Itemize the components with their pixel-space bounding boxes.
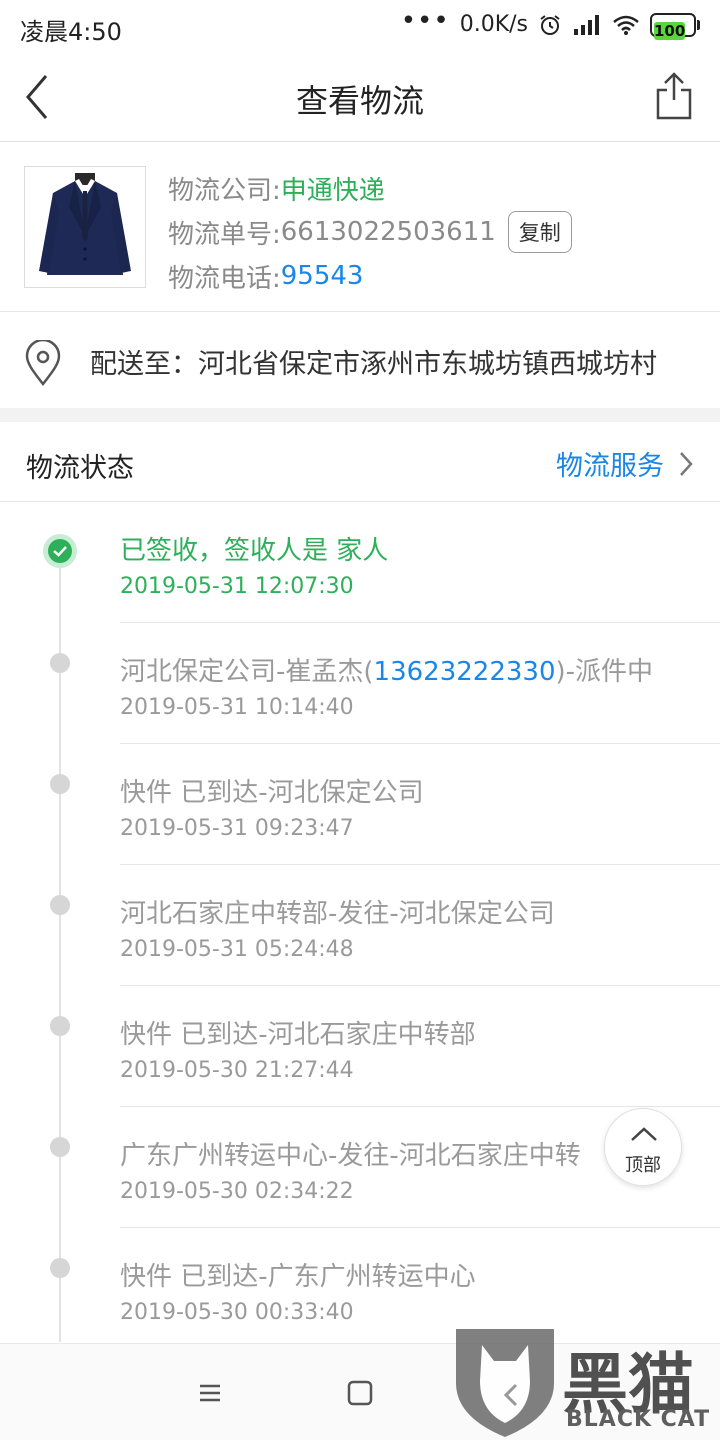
back-to-top-label: 顶部 [625, 1155, 661, 1176]
location-pin-icon [25, 340, 61, 386]
signal-icon [574, 14, 599, 35]
product-thumbnail[interactable] [24, 166, 146, 288]
courier-phone-link[interactable]: 13623222330 [374, 657, 556, 687]
chevron-up-icon [631, 1127, 657, 1141]
net-speed: 0.0K/s [459, 12, 528, 37]
service-link-label: 物流服务 [556, 451, 664, 482]
timeline-text: 快件 已到达-广东广州转运中心 [120, 1262, 476, 1292]
timeline-time: 2019-05-31 12:07:30 [120, 574, 354, 599]
tracking-number: 6613022503611 [280, 217, 496, 247]
cat-shield-logo [456, 1329, 554, 1437]
timeline-text: 河北保定公司-崔孟杰(13623222330)-派件中 [120, 657, 654, 687]
phone-link[interactable]: 95543 [281, 261, 364, 291]
timeline-time: 2019-05-30 21:27:44 [120, 1058, 354, 1083]
chevron-right-icon [680, 451, 693, 476]
tracking-timeline: 已签收，签收人是 家人 2019-05-31 12:07:30 河北保定公司-崔… [0, 502, 720, 1342]
battery-level: 100 [654, 21, 686, 40]
timeline-text: 快件 已到达-河北保定公司 [120, 778, 424, 808]
timeline-dot [50, 653, 70, 673]
check-icon [43, 534, 77, 568]
timeline-time: 2019-05-30 00:33:40 [120, 1300, 354, 1325]
menu-icon[interactable] [192, 1378, 228, 1408]
timeline-time: 2019-05-30 02:34:22 [120, 1179, 354, 1204]
timeline-time: 2019-05-31 09:23:47 [120, 816, 354, 841]
home-square-icon[interactable] [342, 1378, 378, 1408]
timeline-item: 已签收，签收人是 家人 2019-05-31 12:07:30 [0, 502, 720, 623]
watermark: 黑猫 BLACK CAT [450, 1325, 720, 1440]
info-lines: 物流公司: 申通快递 物流单号: 6613022503611 复制 物流电话: … [168, 166, 572, 298]
phone-row: 物流电话: 95543 [168, 254, 572, 298]
share-icon[interactable] [654, 70, 694, 122]
timeline-text: 河北石家庄中转部-发往-河北保定公司 [120, 899, 555, 929]
watermark-en: BLACK CAT [566, 1407, 711, 1432]
copy-button[interactable]: 复制 [507, 211, 572, 253]
timeline-dot [50, 1258, 70, 1278]
timeline-dot [50, 1137, 70, 1157]
company-label: 物流公司: [168, 175, 281, 206]
timeline-dot [50, 1016, 70, 1036]
company-name: 申通快递 [280, 175, 385, 206]
status-right: ••• 0.0K/s 100 [400, 5, 700, 40]
timeline-text: 广东广州转运中心-发往-河北石家庄中转 [120, 1141, 581, 1171]
timeline-time: 2019-05-31 10:14:40 [120, 695, 354, 720]
timeline-item: 快件 已到达-河北石家庄中转部 2019-05-30 21:27:44 [0, 986, 720, 1107]
more-dots-icon: ••• [400, 5, 450, 36]
timeline-dot [50, 774, 70, 794]
company-row: 物流公司: 申通快递 [168, 166, 572, 210]
wifi-icon [613, 15, 639, 35]
timeline-item: 河北保定公司-崔孟杰(13623222330)-派件中 2019-05-31 1… [0, 623, 720, 744]
top-app-bar: 查看物流 [0, 52, 720, 142]
timeline-item: 快件 已到达-河北保定公司 2019-05-31 09:23:47 [0, 744, 720, 865]
alarm-icon [540, 14, 560, 35]
phone-label: 物流电话: [168, 263, 281, 294]
logistics-info: 物流公司: 申通快递 物流单号: 6613022503611 复制 物流电话: … [0, 142, 720, 312]
section-divider [0, 408, 720, 422]
back-to-top-button[interactable]: 顶部 [604, 1108, 682, 1186]
suit-jacket-image [39, 173, 131, 275]
status-header: 物流状态 物流服务 [0, 422, 720, 502]
timeline-text: 已签收，签收人是 家人 [120, 536, 389, 566]
tracking-label: 物流单号: [168, 219, 281, 250]
delivery-address: 配送至：河北省保定市涿州市东城坊镇西城坊村 [0, 312, 720, 410]
status-title: 物流状态 [26, 453, 134, 484]
timeline-dot [50, 895, 70, 915]
timeline-item: 河北石家庄中转部-发往-河北保定公司 2019-05-31 05:24:48 [0, 865, 720, 986]
status-bar: 凌晨4:50 ••• 0.0K/s 100 [0, 0, 720, 52]
timeline-time: 2019-05-31 05:24:48 [120, 937, 354, 962]
status-time: 凌晨4:50 [20, 18, 122, 46]
tracking-row: 物流单号: 6613022503611 复制 [168, 210, 572, 254]
battery-icon: 100 [650, 12, 700, 40]
page-title: 查看物流 [295, 82, 424, 120]
timeline-text: 快件 已到达-河北石家庄中转部 [120, 1020, 476, 1050]
logistics-service-link[interactable]: 物流服务 [556, 444, 694, 483]
address-text: 配送至：河北省保定市涿州市东城坊镇西城坊村 [90, 349, 657, 380]
